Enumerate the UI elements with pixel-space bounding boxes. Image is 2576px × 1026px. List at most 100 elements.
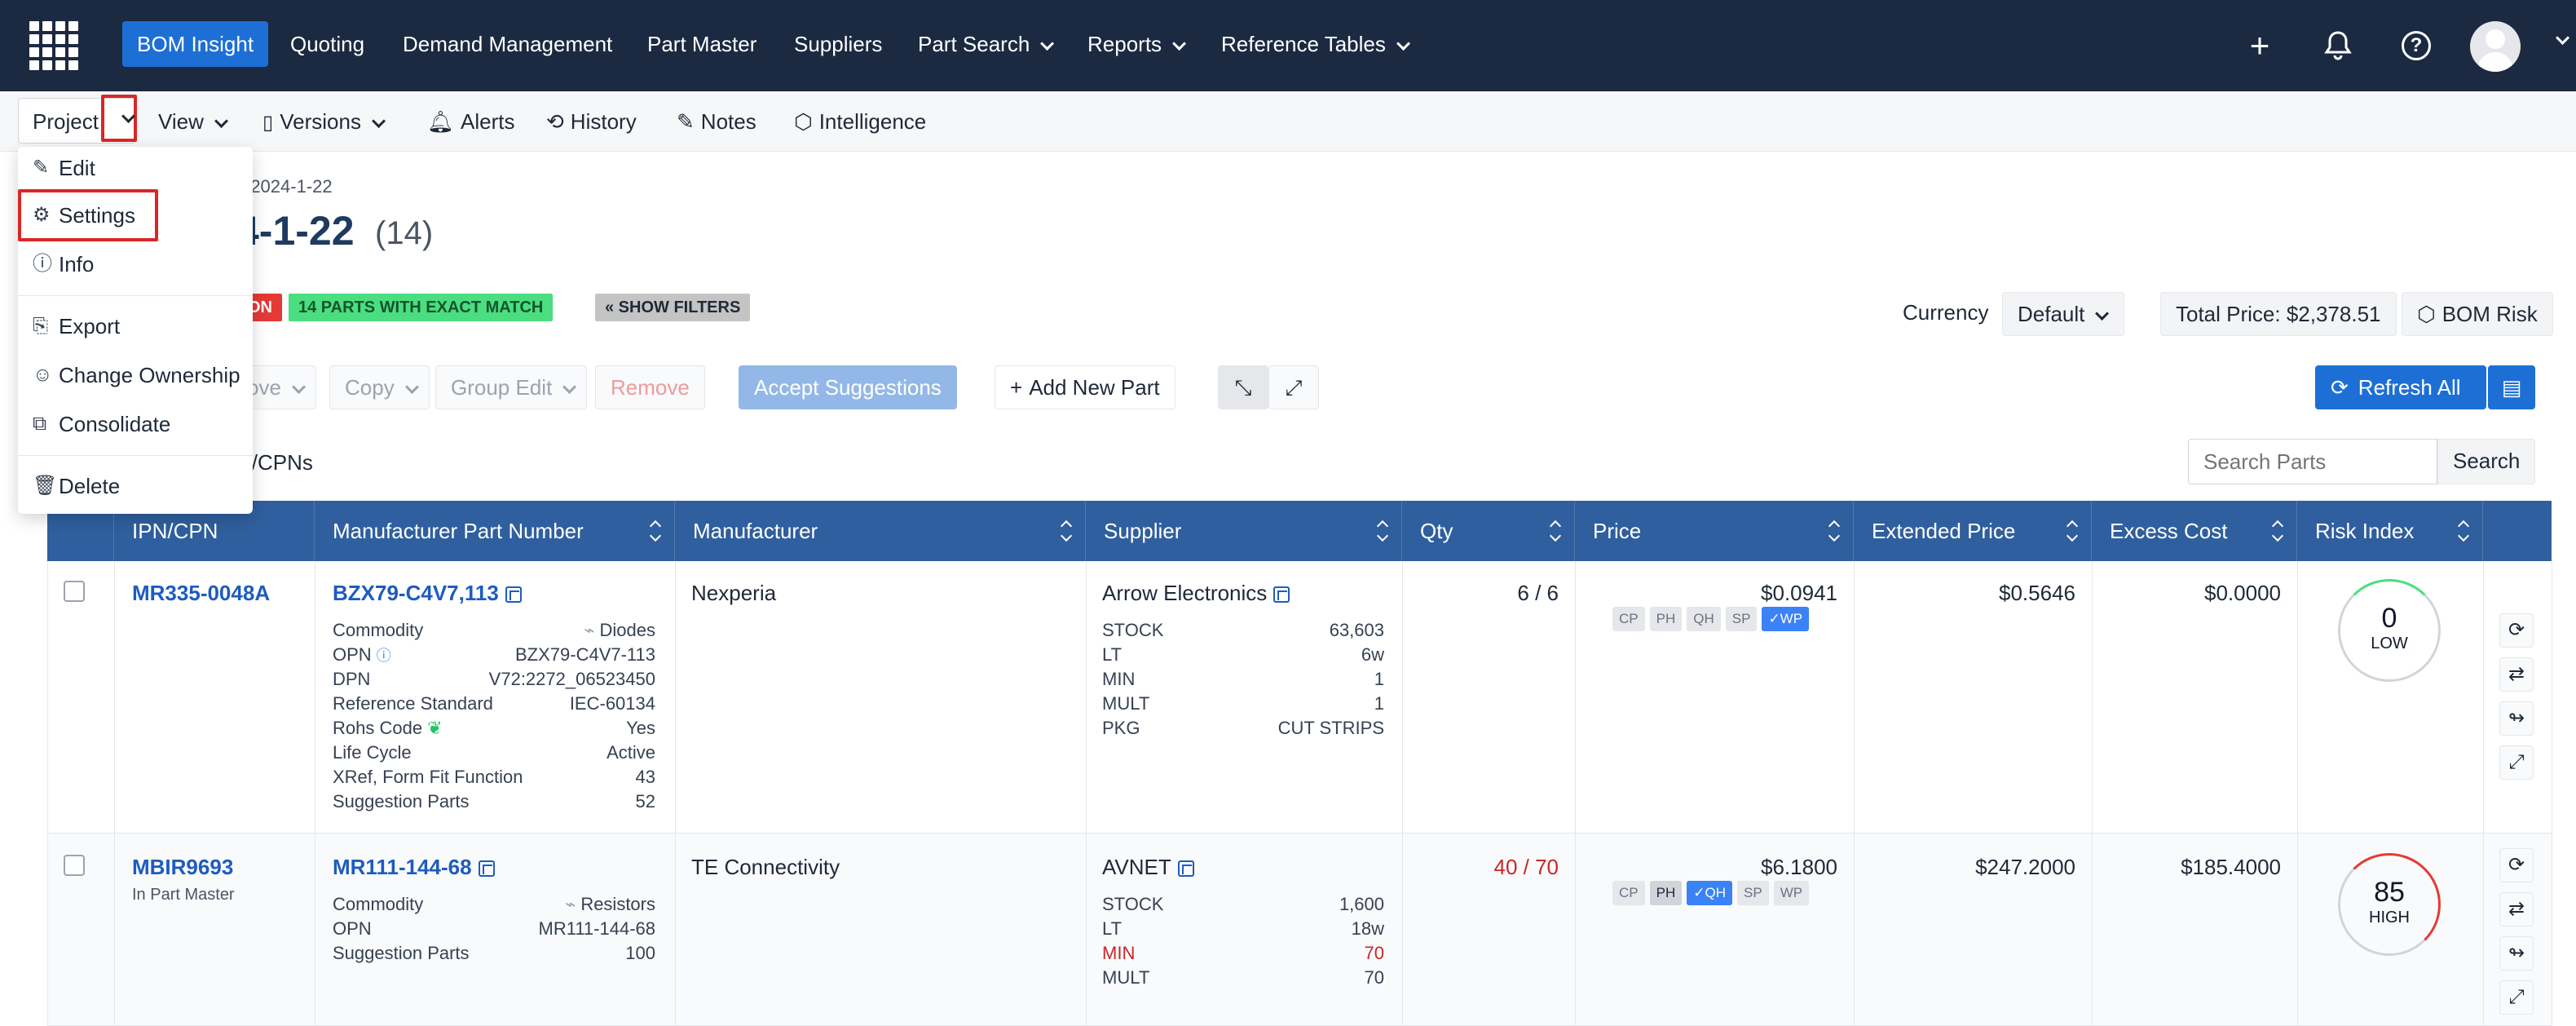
detail-value: CUT STRIPS <box>1277 718 1384 738</box>
col-mpn[interactable]: Manufacturer Part Number <box>315 501 675 561</box>
col-extended-price[interactable]: Extended Price <box>1854 501 2092 561</box>
bell-icon[interactable] <box>2315 23 2361 69</box>
price-chip-ph[interactable]: PH <box>1649 881 1683 905</box>
cube-icon <box>505 586 522 604</box>
detail-label: Suggestion Parts <box>333 943 470 963</box>
nav-reference-tables[interactable]: Reference Tables <box>1206 21 1420 67</box>
detail-value: 18w <box>1351 918 1384 939</box>
refresh-options-icon[interactable]: ▤ <box>2488 365 2535 409</box>
excess-cost-value: $0.0000 <box>2204 581 2281 605</box>
avatar[interactable] <box>2470 21 2521 72</box>
price-chip-wp[interactable]: ✓WP <box>1762 607 1810 631</box>
price-chip-ph[interactable]: PH <box>1649 607 1683 631</box>
detail-label: MULT <box>1102 693 1150 714</box>
supplier-name[interactable]: AVNET <box>1102 855 1194 880</box>
notes-button[interactable]: ✎ Notes <box>664 101 770 142</box>
replace-icon[interactable]: ↬ <box>2499 701 2534 736</box>
currency-select[interactable]: Default <box>2002 292 2124 336</box>
menu-item-export[interactable]: ⎘ Export <box>18 303 253 349</box>
col-manufacturer[interactable]: Manufacturer <box>675 501 1086 561</box>
supplier-name[interactable]: Arrow Electronics <box>1102 581 1290 606</box>
sort-icon <box>1061 522 1072 542</box>
detail-life-cycle: Life Cycle Active <box>333 741 655 765</box>
qty-value[interactable]: 6 / 6 <box>1402 581 1559 606</box>
risk-value: 85 <box>2374 877 2405 908</box>
ipn-link[interactable]: MBIR9693 <box>132 855 233 880</box>
col-qty[interactable]: Qty <box>1402 501 1575 561</box>
leaf-icon: ❦ <box>427 718 443 738</box>
expand-icon[interactable]: ⤢ <box>1268 365 1319 409</box>
history-button[interactable]: ⟲ History <box>533 101 650 142</box>
intelligence-button[interactable]: ⬡ Intelligence <box>781 101 939 142</box>
menu-item-info[interactable]: ⓘ Info <box>18 241 253 287</box>
refresh-icon[interactable]: ⟳ <box>2499 848 2534 882</box>
plus-icon[interactable]: + <box>2237 23 2283 69</box>
search-button[interactable]: Search <box>2437 439 2536 484</box>
swap-icon[interactable]: ⇄ <box>2499 657 2534 692</box>
col-risk-index[interactable]: Risk Index <box>2297 501 2483 561</box>
row-checkbox[interactable] <box>64 855 85 876</box>
refresh-all-button[interactable]: ⟳ Refresh All <box>2315 365 2486 409</box>
supplier-min: MIN 70 <box>1102 941 1384 966</box>
menu-item-consolidate[interactable]: ⧉ Consolidate <box>18 401 253 447</box>
refresh-icon[interactable]: ⟳ <box>2499 613 2534 648</box>
project-dropdown-toggle[interactable] <box>101 95 137 142</box>
app-grid-icon[interactable] <box>29 21 78 70</box>
price-chip-qh[interactable]: ✓QH <box>1687 881 1732 905</box>
price-chip-cp[interactable]: CP <box>1612 881 1645 905</box>
price-chip-qh[interactable]: QH <box>1687 607 1721 631</box>
col-supplier[interactable]: Supplier <box>1086 501 1402 561</box>
add-new-part-button[interactable]: + Add New Part <box>995 365 1176 409</box>
help-icon[interactable]: ? <box>2393 23 2439 69</box>
ipn-link[interactable]: MR335-0048A <box>132 581 270 606</box>
alerts-button[interactable]: 🔔︎ Alerts <box>414 101 527 142</box>
menu-item-label: Settings <box>59 203 135 228</box>
project-label[interactable]: Project <box>20 101 112 142</box>
price-chip-cp[interactable]: CP <box>1612 607 1645 631</box>
collapse-icon[interactable]: ⤡ <box>1218 365 1268 409</box>
col-price[interactable]: Price <box>1575 501 1854 561</box>
menu-item-edit[interactable]: ✎ Edit <box>18 145 253 191</box>
exact-match-badge: 14 PARTS WITH EXACT MATCH <box>289 294 554 321</box>
swap-icon[interactable]: ⇄ <box>2499 892 2534 926</box>
menu-item-change-ownership[interactable]: ☺ Change Ownership <box>18 352 253 398</box>
replace-icon[interactable]: ↬ <box>2499 936 2534 971</box>
mpn-link[interactable]: BZX79-C4V7,113 <box>333 581 522 606</box>
menu-item-label: Consolidate <box>59 412 171 436</box>
group-edit-button[interactable]: Group Edit <box>435 365 588 409</box>
detail-label: Rohs Code <box>333 718 423 738</box>
nav-bom-insight[interactable]: BOM Insight <box>122 21 269 67</box>
sort-icon <box>2458 522 2469 542</box>
leaf-icon: ⌁ <box>584 620 595 640</box>
price-chip-sp[interactable]: SP <box>1737 881 1769 905</box>
nav-part-master[interactable]: Part Master <box>633 21 771 67</box>
nav-reports[interactable]: Reports <box>1073 21 1196 67</box>
view-menu[interactable]: View <box>145 101 236 142</box>
menu-item-settings[interactable]: ⚙ Settings <box>18 192 253 238</box>
col-excess-cost[interactable]: Excess Cost <box>2092 501 2297 561</box>
expand-icon[interactable]: ⤢ <box>2499 980 2534 1015</box>
detail-label: STOCK <box>1102 620 1164 640</box>
expand-icon[interactable]: ⤢ <box>2499 745 2534 780</box>
breadcrumb[interactable]: -2024-1-22 <box>245 176 333 197</box>
detail-label: MULT <box>1102 967 1150 988</box>
accept-suggestions-button[interactable]: Accept Suggestions <box>739 365 957 409</box>
nav-demand-management[interactable]: Demand Management <box>388 21 627 67</box>
nav-quoting[interactable]: Quoting <box>276 21 379 67</box>
row-checkbox[interactable] <box>64 581 85 602</box>
price-chip-wp[interactable]: WP <box>1773 881 1810 905</box>
search-parts-input[interactable] <box>2188 439 2437 484</box>
info-icon[interactable]: ⓘ <box>377 648 391 664</box>
mpn-link[interactable]: MR111-144-68 <box>333 855 495 880</box>
price-chip-sp[interactable]: SP <box>1725 607 1758 631</box>
bom-risk-button[interactable]: ⬡ BOM Risk <box>2402 292 2553 336</box>
copy-button[interactable]: Copy <box>329 365 430 409</box>
menu-item-delete[interactable]: 🗑︎ Delete <box>18 463 253 509</box>
nav-suppliers[interactable]: Suppliers <box>779 21 897 67</box>
nav-part-search[interactable]: Part Search <box>903 21 1064 67</box>
remove-button[interactable]: Remove <box>595 365 705 409</box>
qty-value[interactable]: 40 / 70 <box>1402 855 1559 880</box>
versions-menu[interactable]: ▯ Versions <box>249 101 394 142</box>
cube-icon: ⬡ <box>794 109 813 134</box>
show-filters-button[interactable]: « SHOW FILTERS <box>595 294 751 321</box>
